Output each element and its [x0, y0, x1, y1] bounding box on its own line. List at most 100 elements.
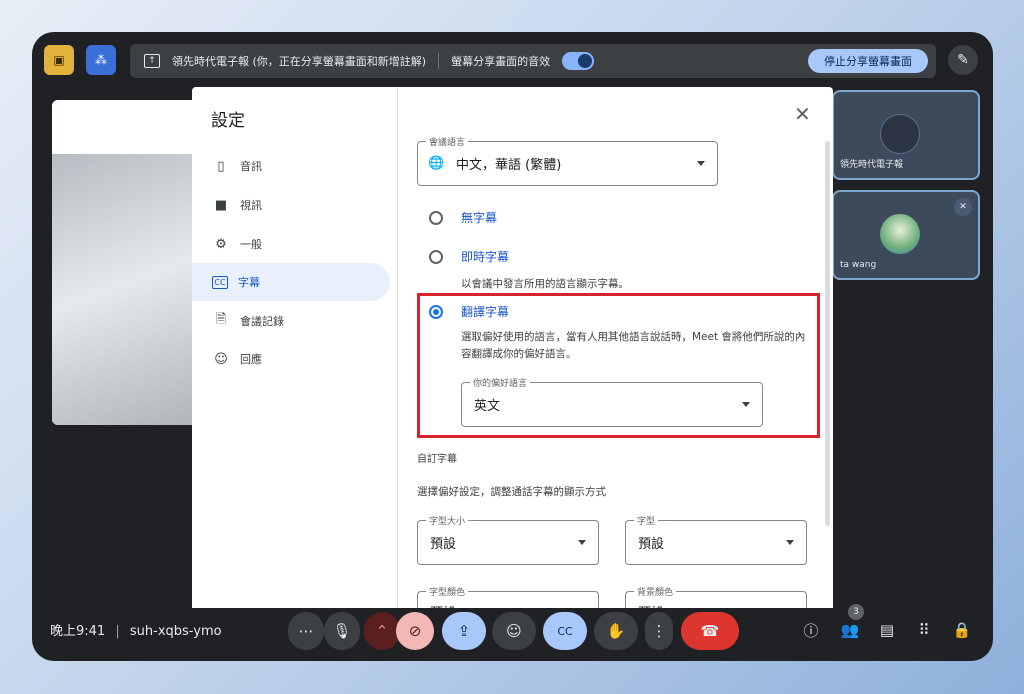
bottom-toolbar: 晚上9:41 | suh-xqbs-ymo ⋯ 🎙 ⌃ ⊘ ⇪ ☺ CC ✋ ⋮…: [32, 604, 993, 661]
people-icon: 👥: [840, 621, 860, 639]
camera-button[interactable]: ⊘: [396, 612, 434, 650]
participant-tile[interactable]: ✕ ta wang: [832, 190, 980, 280]
custom-captions-description: 選擇偏好設定，調整通話字幕的顯示方式: [417, 486, 606, 498]
nav-item-reactions[interactable]: ☺ 回應: [192, 340, 390, 378]
participant-tile[interactable]: 領先時代電子報: [832, 90, 980, 180]
field-value: 預設: [430, 602, 456, 608]
speaker-icon: ▯: [217, 158, 225, 174]
host-controls-button[interactable]: 🔒: [950, 618, 974, 642]
nav-item-audio[interactable]: ▯ 音訊: [192, 147, 390, 185]
nav-item-video[interactable]: ■ 視訊: [192, 186, 390, 224]
chat-icon: ▤: [879, 621, 895, 639]
more-vert-icon: ⋮: [651, 622, 667, 640]
people-button[interactable]: 👥 3: [838, 604, 864, 642]
nav-item-label: 視訊: [240, 199, 262, 212]
phone-hangup-icon: ☎: [700, 622, 720, 640]
smiley-icon: ☺: [214, 351, 228, 367]
chat-button[interactable]: ▤: [875, 618, 899, 642]
lock-person-icon: 🔒: [952, 621, 972, 639]
font-select[interactable]: 字型 預設: [625, 514, 807, 565]
field-label: 字型顏色: [426, 585, 469, 598]
background-color-select[interactable]: 背景顏色 預設: [625, 585, 807, 608]
stop-sharing-button[interactable]: 停止分享螢幕畫面: [808, 49, 928, 73]
participant-name: ta wang: [840, 260, 877, 270]
field-label: 背景顏色: [634, 585, 677, 598]
highlight-box: [417, 293, 820, 438]
present-screen-icon: ⇪: [457, 622, 471, 640]
participant-name: 領先時代電子報: [840, 160, 904, 170]
smiley-icon: ☺: [506, 622, 522, 640]
dropdown-arrow-icon: [786, 539, 794, 545]
option-label: 無字幕: [461, 211, 498, 225]
hand-icon: ✋: [606, 622, 626, 640]
font-color-select[interactable]: 字型顏色 預設: [417, 585, 599, 608]
settings-nav: 設定 ▯ 音訊 ■ 視訊 ⚙ 一般 CC 字幕 🗎 會議記錄 ☺ 回應: [192, 87, 398, 608]
camera-off-icon: ▣: [53, 53, 65, 67]
dropdown-arrow-icon: [578, 539, 586, 545]
custom-captions-heading: 自訂字幕: [417, 454, 457, 465]
more-options-button[interactable]: ⋮: [645, 612, 673, 650]
ellipsis-icon: ⋯: [298, 622, 314, 640]
pen-icon: ✎: [957, 52, 969, 68]
captions-icon: CC: [557, 624, 573, 638]
radio-no-captions[interactable]: [429, 211, 443, 225]
info-icon: ⓘ: [803, 621, 819, 640]
more-audio-button[interactable]: ⋯: [288, 612, 324, 650]
nav-item-captions[interactable]: CC 字幕: [192, 263, 390, 301]
screen-share-bar: ↑ 領先時代電子報 (你，正在分享螢幕畫面和新增註解) 螢幕分享畫面的音效 停止…: [130, 44, 936, 78]
nav-item-label: 回應: [240, 353, 262, 366]
people-count-badge: 3: [848, 604, 864, 620]
meeting-language-select[interactable]: 會議語言 🌐 中文，華語 (繁體): [417, 135, 718, 186]
field-value: 預設: [638, 537, 665, 552]
field-value: 預設: [638, 602, 664, 608]
leave-call-button[interactable]: ☎: [681, 612, 739, 650]
share-audio-label: 螢幕分享畫面的音效: [451, 55, 551, 68]
share-status-text: 領先時代電子報 (你，正在分享螢幕畫面和新增註解): [172, 55, 427, 68]
share-audio-toggle[interactable]: [562, 52, 595, 70]
font-size-select[interactable]: 字型大小 預設: [417, 514, 599, 565]
nav-item-label: 音訊: [240, 160, 262, 173]
nav-item-label: 一般: [240, 238, 262, 251]
camera-off-badge-button[interactable]: ▣: [44, 45, 74, 75]
divider: [438, 53, 440, 69]
nav-item-label: 字幕: [238, 276, 260, 289]
camera-options-button[interactable]: ⌃: [364, 612, 400, 650]
option-label: 即時字幕: [461, 250, 510, 264]
field-value: 預設: [430, 537, 457, 552]
meeting-info: 晚上9:41 | suh-xqbs-ymo: [50, 620, 222, 639]
scrollbar[interactable]: [825, 141, 830, 526]
nav-item-transcripts[interactable]: 🗎 會議記錄: [192, 302, 390, 340]
raise-hand-button[interactable]: ✋: [594, 612, 638, 650]
gear-icon: ⚙: [215, 236, 227, 252]
document-download-icon: 🗎: [215, 312, 227, 327]
microphone-icon: 🎙: [332, 622, 352, 640]
present-icon: ↑: [144, 54, 160, 68]
nav-item-label: 會議記錄: [240, 315, 284, 328]
option-description: 以會議中發言所用的語言顯示字幕。: [461, 278, 629, 290]
field-value: 中文，華語 (繁體): [456, 158, 562, 173]
group-icon: ⁂: [95, 53, 107, 67]
mic-button[interactable]: 🎙: [324, 612, 360, 650]
dropdown-arrow-icon: [697, 160, 705, 166]
captions-icon: CC: [212, 275, 228, 289]
info-divider: |: [115, 624, 120, 639]
present-button[interactable]: ⇪: [442, 612, 486, 650]
reactions-button[interactable]: ☺: [492, 612, 536, 650]
meeting-details-button[interactable]: ⓘ: [799, 618, 823, 642]
globe-icon: 🌐: [428, 156, 445, 171]
mic-off-icon: ✕: [954, 198, 972, 216]
avatar: [880, 214, 920, 254]
video-camera-icon: ■: [214, 197, 228, 213]
meeting-code: suh-xqbs-ymo: [129, 624, 222, 639]
radio-live-captions[interactable]: [429, 250, 443, 264]
group-badge-button[interactable]: ⁂: [86, 45, 116, 75]
camera-off-icon: ⊘: [408, 622, 422, 640]
captions-button[interactable]: CC: [543, 612, 587, 650]
current-time: 晚上9:41: [50, 624, 106, 639]
apps-grid-icon: ⠿: [918, 621, 930, 639]
nav-item-general[interactable]: ⚙ 一般: [192, 225, 390, 263]
chevron-up-icon: ⌃: [375, 622, 389, 640]
annotate-button[interactable]: ✎: [948, 45, 978, 75]
avatar: [880, 114, 920, 154]
activities-button[interactable]: ⠿: [912, 618, 936, 642]
